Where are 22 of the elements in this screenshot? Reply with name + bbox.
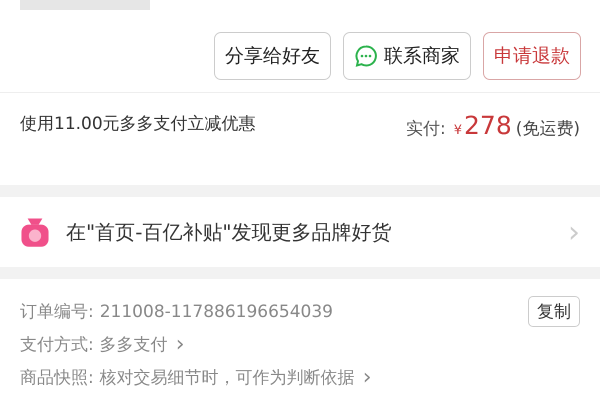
action-button[interactable]: 申请退款 bbox=[483, 32, 581, 80]
chevron-icon[interactable]: › bbox=[176, 332, 185, 357]
currency-symbol: ¥ bbox=[454, 123, 462, 138]
money-bag-icon bbox=[20, 216, 50, 248]
chat-bubble-icon bbox=[354, 44, 378, 68]
promo-text: 在"首页-百亿补贴"发现更多品牌好货 bbox=[66, 218, 393, 246]
info-value: 多多支付 bbox=[100, 334, 168, 356]
action-button[interactable]: 联系商家 bbox=[343, 32, 471, 80]
copy-button[interactable]: 复制 bbox=[528, 296, 580, 327]
info-label: 支付方式: bbox=[20, 334, 94, 356]
discount-note: 使用11.00元多多支付立减优惠 bbox=[20, 113, 257, 136]
action-button[interactable]: 分享给好友 bbox=[214, 32, 331, 80]
paid-label: 实付: bbox=[406, 118, 446, 140]
promo-row[interactable]: 在"首页-百亿补贴"发现更多品牌好货 › bbox=[0, 197, 600, 267]
info-label: 商品快照: bbox=[20, 367, 94, 389]
chevron-icon[interactable]: › bbox=[362, 365, 372, 390]
chevron-icon: › bbox=[568, 214, 580, 250]
shipping-note: (免运费) bbox=[516, 118, 580, 140]
info-value: 核对交易细节时，可作为判断依据 bbox=[100, 367, 355, 389]
info-value: 211008-117886196654039 bbox=[100, 302, 334, 322]
paid-amount: 278 bbox=[464, 111, 512, 140]
info-label: 订单编号: bbox=[20, 301, 94, 323]
